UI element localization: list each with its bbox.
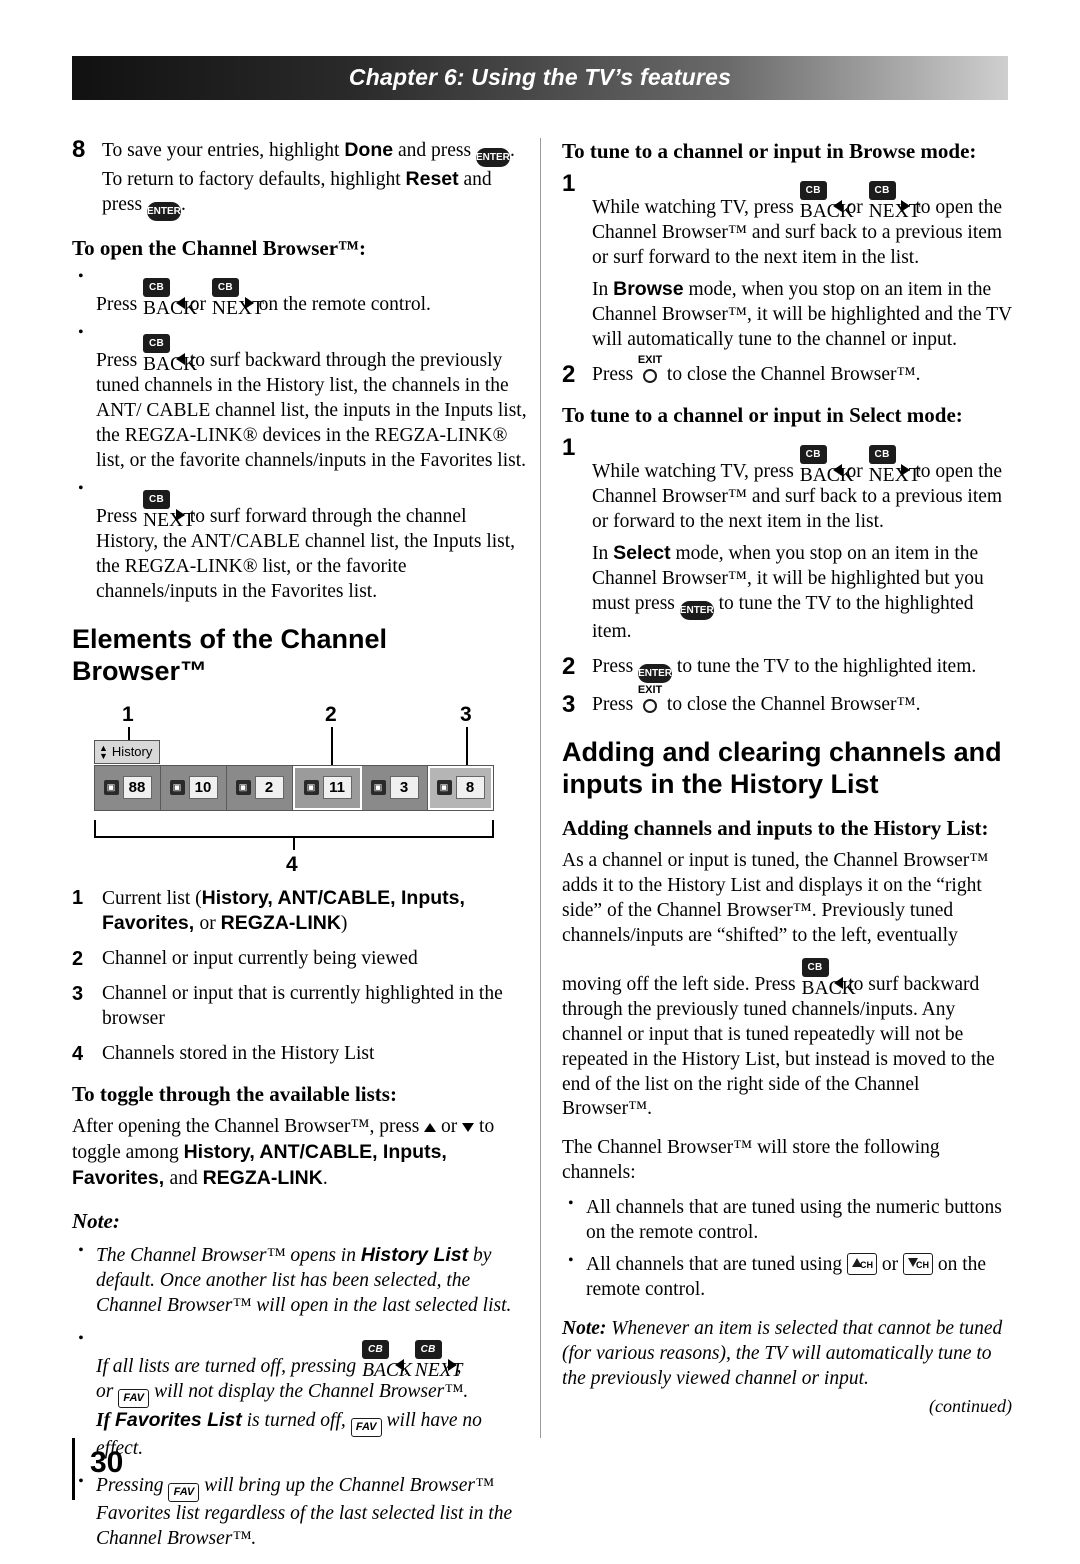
back-cb-key-icon: CBBACK xyxy=(362,1331,412,1381)
enter-key-icon: ENTER xyxy=(679,600,714,620)
adding-paragraph-2: The Channel Browser™ will store the foll… xyxy=(562,1137,940,1184)
callout-3-pointer xyxy=(466,726,468,767)
fav-key-icon: FAV xyxy=(118,1389,150,1409)
legend-item-4: 4 Channels stored in the History List xyxy=(72,1043,375,1066)
browse-step-2: 2 Press EXIT to close the Channel Browse… xyxy=(562,353,921,388)
channel-down-key-icon: CH xyxy=(903,1253,934,1276)
note-bullet-1: The Channel Browser™ opens in History Li… xyxy=(72,1241,527,1319)
heading-adding-channels: Adding channels and inputs to the Histor… xyxy=(562,815,989,840)
channel-up-key-icon: CH xyxy=(847,1253,878,1276)
select-step-3: 3 Press EXIT to close the Channel Browse… xyxy=(562,683,921,718)
back-cb-key-icon: CBBACK xyxy=(801,949,856,999)
up-arrow-icon xyxy=(424,1123,437,1133)
note-bullet-3: Pressing FAV will bring up the Channel B… xyxy=(72,1472,527,1552)
exit-key-icon: EXIT xyxy=(638,684,662,714)
step-8: 8 To save your entries, highlight Done a… xyxy=(72,136,527,221)
adding-bullet-1: All channels that are tuned using the nu… xyxy=(562,1194,1012,1246)
reset-label: Reset xyxy=(405,168,459,190)
done-label: Done xyxy=(344,139,394,161)
callout-1: 1 xyxy=(122,702,134,726)
bullet-surf-backward: Press CBBACK to surf backward through th… xyxy=(72,323,527,474)
heading-adding-clearing: Adding and clearing channels and inputs … xyxy=(562,736,1002,800)
tv-icon: ▣ xyxy=(169,780,185,796)
callout-2: 2 xyxy=(325,702,337,726)
left-column: 8 To save your entries, highlight Done a… xyxy=(72,136,527,1564)
select-step-1-para2: In Select mode, when you stop on an item… xyxy=(592,542,984,642)
heading-open-channel-browser: To open the Channel Browser™: xyxy=(72,235,367,260)
tv-icon: ▣ xyxy=(235,780,251,796)
legend-item-3: 3 Channel or input that is currently hig… xyxy=(72,983,503,1030)
callout-1-pointer xyxy=(128,726,130,741)
heading-browse-mode: To tune to a channel or input in Browse … xyxy=(562,139,977,163)
figure-cell-highlighted: ▣ 8 xyxy=(428,765,493,810)
note-heading: Note: xyxy=(72,1209,120,1234)
figure-cell: ▣ 10 xyxy=(161,765,227,810)
next-cb-key-icon: CBNEXT xyxy=(143,481,195,531)
fav-key-icon: FAV xyxy=(168,1482,200,1502)
exit-key-icon: EXIT xyxy=(638,354,662,384)
column-divider xyxy=(540,138,541,1438)
tv-icon: ▣ xyxy=(303,780,319,796)
next-cb-key-icon: CBNEXT xyxy=(211,269,264,319)
bullet-press-cb-keys: Press CBBACK or CBNEXT on the remote con… xyxy=(72,267,527,319)
continued-label: (continued) xyxy=(929,1396,1012,1416)
note-bullet-2: If all lists are turned off, pressing CB… xyxy=(72,1329,527,1462)
adding-paragraph-1: As a channel or input is tuned, the Chan… xyxy=(562,849,995,1120)
figure-cell: ▣ 2 xyxy=(227,765,293,810)
back-cb-key-icon: CBBACK xyxy=(143,325,197,375)
next-cb-key-icon: CBNEXT xyxy=(414,1331,462,1381)
heading-elements-of-channel-browser: Elements of the Channel Browser™ xyxy=(72,623,388,687)
browse-step-1-para2: In Browse mode, when you stop on an item… xyxy=(592,278,1012,351)
browse-step-1: 1 While watching TV, press CBBACK or CBN… xyxy=(562,170,1012,353)
callout-2-pointer xyxy=(331,726,333,767)
back-cb-key-icon: CBBACK xyxy=(143,269,197,319)
page-title: Chapter 6: Using the TV’s features xyxy=(348,64,732,90)
figure-history-tab: ▲ ▼ History xyxy=(94,739,161,764)
toggle-paragraph: After opening the Channel Browser™, pres… xyxy=(72,1116,495,1190)
figure-cell-current: ▣ 11 xyxy=(293,765,362,810)
heading-select-mode: To tune to a channel or input in Select … xyxy=(562,402,963,427)
callout-4: 4 xyxy=(286,852,298,876)
channel-browser-figure: 1 2 3 4 ▲ ▼ History ▣ 88 ▣ 10 ▣ 2 ▣ 11 ▣ 3 ▣ 8 xyxy=(72,702,527,882)
tv-icon: ▣ xyxy=(370,780,386,796)
select-step-2: 2 Press ENTER to tune the TV to the high… xyxy=(562,653,1012,683)
figure-brace-stem xyxy=(293,837,295,850)
enter-key-icon: ENTER xyxy=(475,148,510,167)
legend-item-2: 2 Channel or input currently being viewe… xyxy=(72,948,418,971)
right-column: To tune to a channel or input in Browse … xyxy=(562,138,1012,1400)
updown-icon: ▲ ▼ xyxy=(99,742,108,761)
heading-toggle-lists: To toggle through the available lists: xyxy=(72,1082,397,1107)
callout-3: 3 xyxy=(460,702,472,726)
back-cb-key-icon: CBBACK xyxy=(799,172,854,222)
select-step-1: 1 While watching TV, press CBBACK or CBN… xyxy=(562,434,1012,645)
tv-icon: ▣ xyxy=(103,780,119,796)
fav-key-icon: FAV xyxy=(350,1418,382,1438)
note-paragraph: Note: Whenever an item is selected that … xyxy=(562,1318,1003,1390)
legend-item-1: 1 Current list (History, ANT/CABLE, Inpu… xyxy=(72,886,465,935)
down-arrow-icon xyxy=(462,1123,475,1133)
chapter-header-bar: Chapter 6: Using the TV’s features xyxy=(72,56,1008,100)
bullet-surf-forward: Press CBNEXT to surf forward through the… xyxy=(72,479,527,605)
figure-cell: ▣ 88 xyxy=(95,765,161,810)
enter-key-icon: ENTER xyxy=(638,663,673,683)
note-bullet-list: The Channel Browser™ opens in History Li… xyxy=(72,1241,527,1552)
figure-channel-bar: ▣ 88 ▣ 10 ▣ 2 ▣ 11 ▣ 3 ▣ 8 xyxy=(94,764,494,811)
enter-key-icon: ENTER xyxy=(146,201,181,221)
back-cb-key-icon: CBBACK xyxy=(799,436,854,486)
next-cb-key-icon: CBNEXT xyxy=(868,172,921,222)
next-cb-key-icon: CBNEXT xyxy=(868,436,921,486)
figure-brace xyxy=(94,819,494,838)
adding-bullet-2: All channels that are tuned using CH or … xyxy=(562,1251,1012,1303)
page-number: 30 xyxy=(90,1446,124,1479)
tv-icon: ▣ xyxy=(436,780,452,796)
figure-cell: ▣ 3 xyxy=(362,765,428,810)
